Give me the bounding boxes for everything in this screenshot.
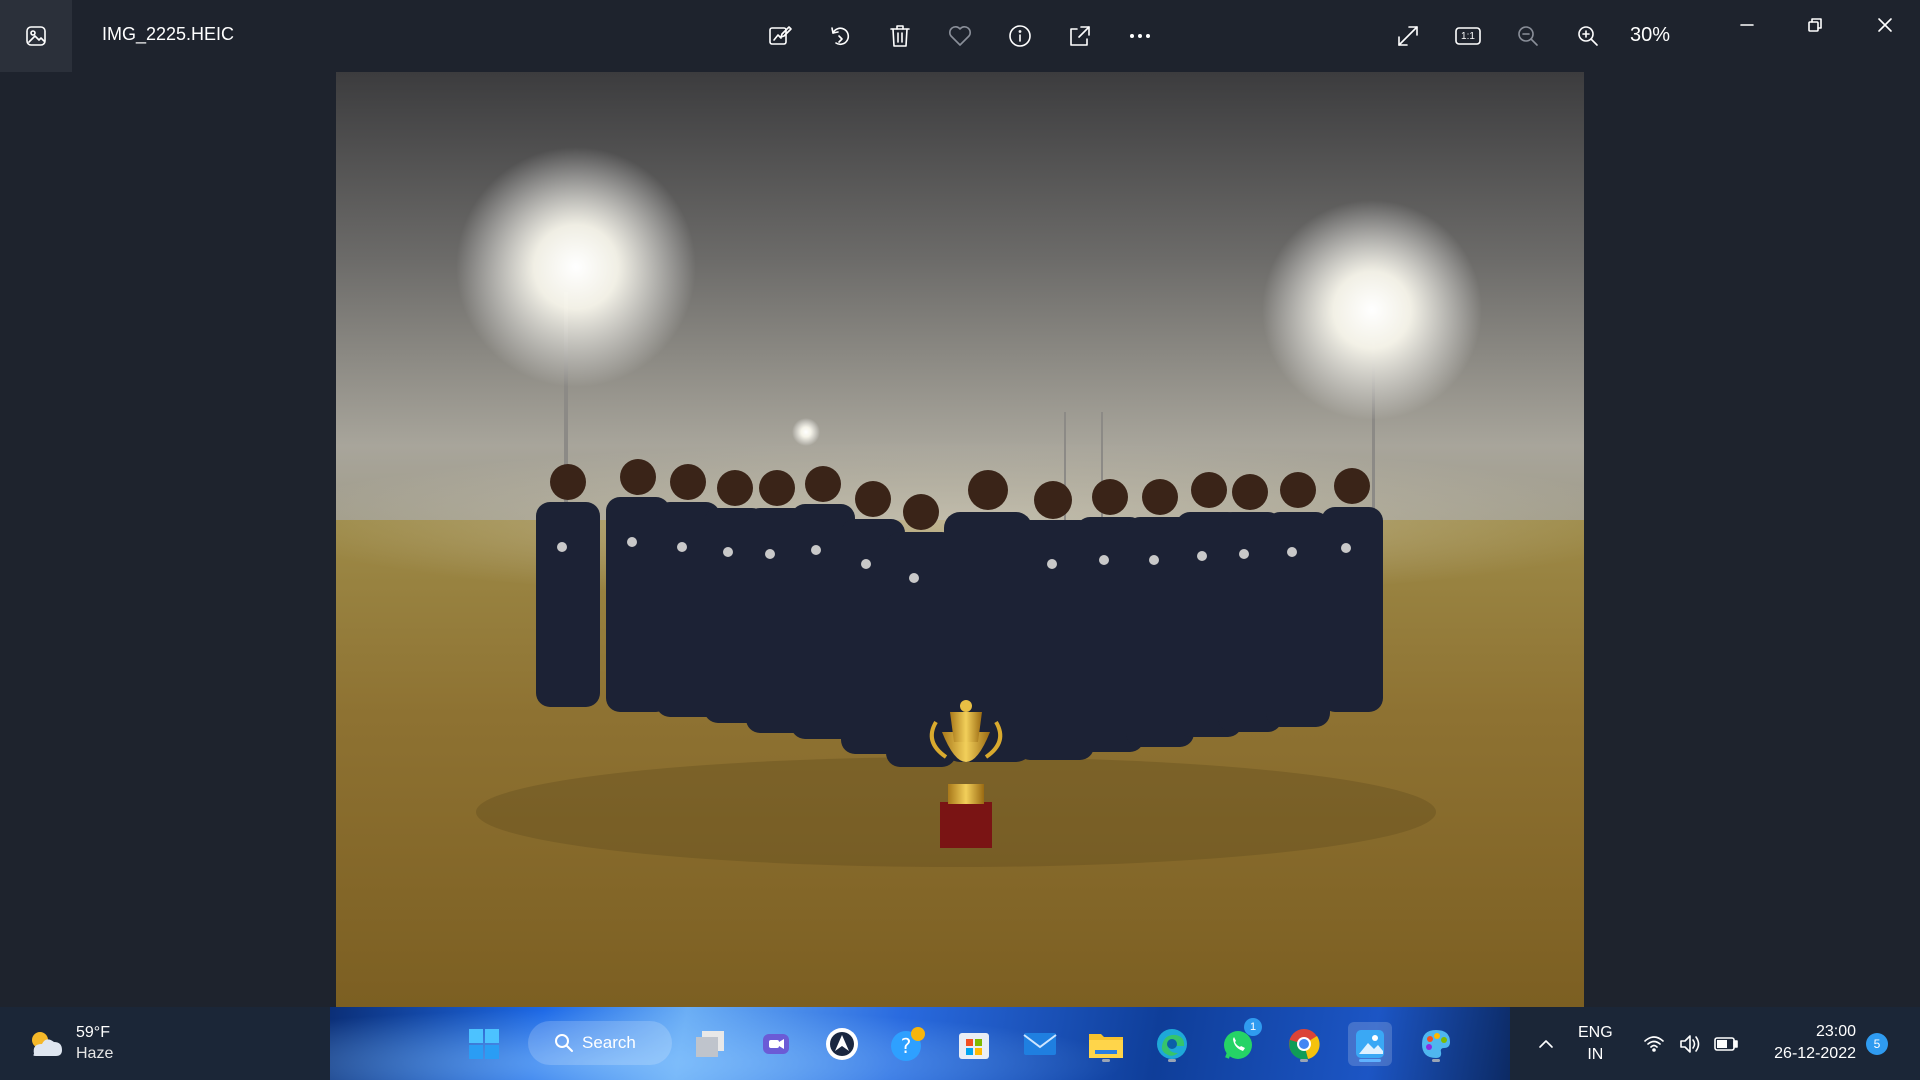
windows-logo-icon bbox=[469, 1029, 499, 1059]
folder-icon bbox=[1089, 1034, 1123, 1058]
share-icon bbox=[1070, 26, 1090, 46]
input-language[interactable]: ENG IN bbox=[1578, 1022, 1613, 1066]
info-icon bbox=[1009, 25, 1031, 47]
rotate-button[interactable] bbox=[820, 16, 860, 56]
get-help-button[interactable]: ? bbox=[886, 1022, 930, 1066]
minimize-button[interactable] bbox=[1724, 8, 1770, 42]
team-photo bbox=[336, 147, 1584, 1007]
info-button[interactable] bbox=[1000, 16, 1040, 56]
task-view-icon bbox=[696, 1031, 724, 1057]
paint-palette-icon bbox=[1422, 1030, 1450, 1058]
zoom-level[interactable]: 30% bbox=[1630, 24, 1670, 47]
close-icon bbox=[1878, 18, 1892, 32]
running-indicator bbox=[1300, 1059, 1308, 1062]
chevron-up-icon bbox=[1539, 1040, 1553, 1048]
delete-button[interactable] bbox=[880, 16, 920, 56]
file-explorer-button[interactable] bbox=[1084, 1022, 1128, 1066]
whatsapp-button[interactable]: 1 bbox=[1216, 1018, 1262, 1066]
chrome-button[interactable] bbox=[1282, 1022, 1326, 1066]
taskbar-search[interactable]: Search bbox=[528, 1021, 672, 1065]
edit-image-button[interactable] bbox=[760, 16, 800, 56]
search-icon bbox=[555, 1034, 573, 1052]
restore-button[interactable] bbox=[1792, 8, 1838, 42]
teams-chat-button[interactable] bbox=[754, 1022, 798, 1066]
weather-text: 59°F Haze bbox=[76, 1023, 113, 1065]
running-indicator bbox=[1168, 1059, 1176, 1062]
zoom-in-icon bbox=[1578, 26, 1598, 46]
microsoft-store-button[interactable] bbox=[952, 1022, 996, 1066]
active-indicator bbox=[1359, 1059, 1381, 1062]
shield-app-icon bbox=[826, 1028, 858, 1060]
actual-size-label: 1:1 bbox=[1461, 30, 1475, 42]
rotate-icon bbox=[831, 27, 850, 46]
actual-size-button[interactable]: 1:1 bbox=[1448, 16, 1488, 56]
volume-icon bbox=[1680, 1035, 1700, 1053]
notification-count-badge[interactable]: 5 bbox=[1866, 1033, 1888, 1055]
battery-button[interactable] bbox=[1704, 1022, 1748, 1066]
show-hidden-icons-button[interactable] bbox=[1524, 1022, 1568, 1066]
language-region: IN bbox=[1587, 1046, 1604, 1063]
share-button[interactable] bbox=[1060, 16, 1100, 56]
edge-button[interactable] bbox=[1150, 1022, 1194, 1066]
more-button[interactable] bbox=[1120, 16, 1160, 56]
language-code: ENG bbox=[1578, 1024, 1613, 1041]
favorite-button[interactable] bbox=[940, 16, 980, 56]
photos-app-icon[interactable] bbox=[0, 0, 72, 72]
zoom-out-icon bbox=[1518, 26, 1538, 46]
get-help-icon: ? bbox=[891, 1027, 925, 1061]
title-bar: IMG_2225.HEIC 1:1 30% bbox=[0, 0, 1920, 72]
fullscreen-button[interactable] bbox=[1388, 16, 1428, 56]
clock[interactable]: 23:00 26-12-2022 bbox=[1760, 1021, 1856, 1065]
whatsapp-badge: 1 bbox=[1244, 1018, 1262, 1036]
svg-text:?: ? bbox=[901, 1034, 912, 1058]
photo-view[interactable] bbox=[336, 72, 1584, 1007]
haze-weather-icon bbox=[32, 1032, 62, 1056]
weather-widget[interactable]: 59°F Haze bbox=[26, 1023, 113, 1065]
photos-button[interactable] bbox=[1348, 1022, 1392, 1066]
minimize-icon bbox=[1740, 24, 1754, 26]
clock-time: 23:00 bbox=[1815, 1023, 1856, 1040]
microsoft-store-icon bbox=[959, 1033, 989, 1059]
chrome-icon bbox=[1289, 1029, 1320, 1060]
search-label: Search bbox=[582, 1033, 636, 1052]
restore-icon bbox=[1808, 18, 1822, 32]
running-indicator bbox=[1432, 1059, 1440, 1062]
more-icon bbox=[1130, 34, 1150, 38]
zoom-in-button[interactable] bbox=[1568, 16, 1608, 56]
teams-chat-icon bbox=[763, 1034, 789, 1054]
shield-app-button[interactable] bbox=[820, 1022, 864, 1066]
taskbar: 59°F Haze Search ? 1 ENG IN 23:00 26-12-… bbox=[0, 1007, 1920, 1080]
zoom-out-button[interactable] bbox=[1508, 16, 1548, 56]
mail-icon bbox=[1023, 1033, 1057, 1055]
task-view-button[interactable] bbox=[688, 1022, 732, 1066]
edge-icon bbox=[1157, 1029, 1187, 1059]
photos-app-taskbar-icon bbox=[1356, 1030, 1384, 1058]
photos-icon bbox=[26, 26, 46, 46]
running-indicator bbox=[1102, 1059, 1110, 1062]
fullscreen-icon bbox=[1398, 26, 1418, 46]
weather-temperature: 59°F bbox=[76, 1024, 110, 1041]
battery-icon bbox=[1714, 1037, 1738, 1051]
delete-icon bbox=[890, 25, 910, 47]
edit-image-icon bbox=[769, 26, 792, 45]
mail-button[interactable] bbox=[1018, 1022, 1062, 1066]
weather-condition: Haze bbox=[76, 1045, 114, 1062]
start-button[interactable] bbox=[462, 1022, 506, 1066]
paint-button[interactable] bbox=[1414, 1022, 1458, 1066]
wifi-icon bbox=[1644, 1036, 1664, 1052]
clock-date: 26-12-2022 bbox=[1774, 1045, 1856, 1062]
file-name: IMG_2225.HEIC bbox=[102, 24, 235, 44]
close-button[interactable] bbox=[1862, 8, 1908, 42]
favorite-icon bbox=[949, 26, 971, 46]
